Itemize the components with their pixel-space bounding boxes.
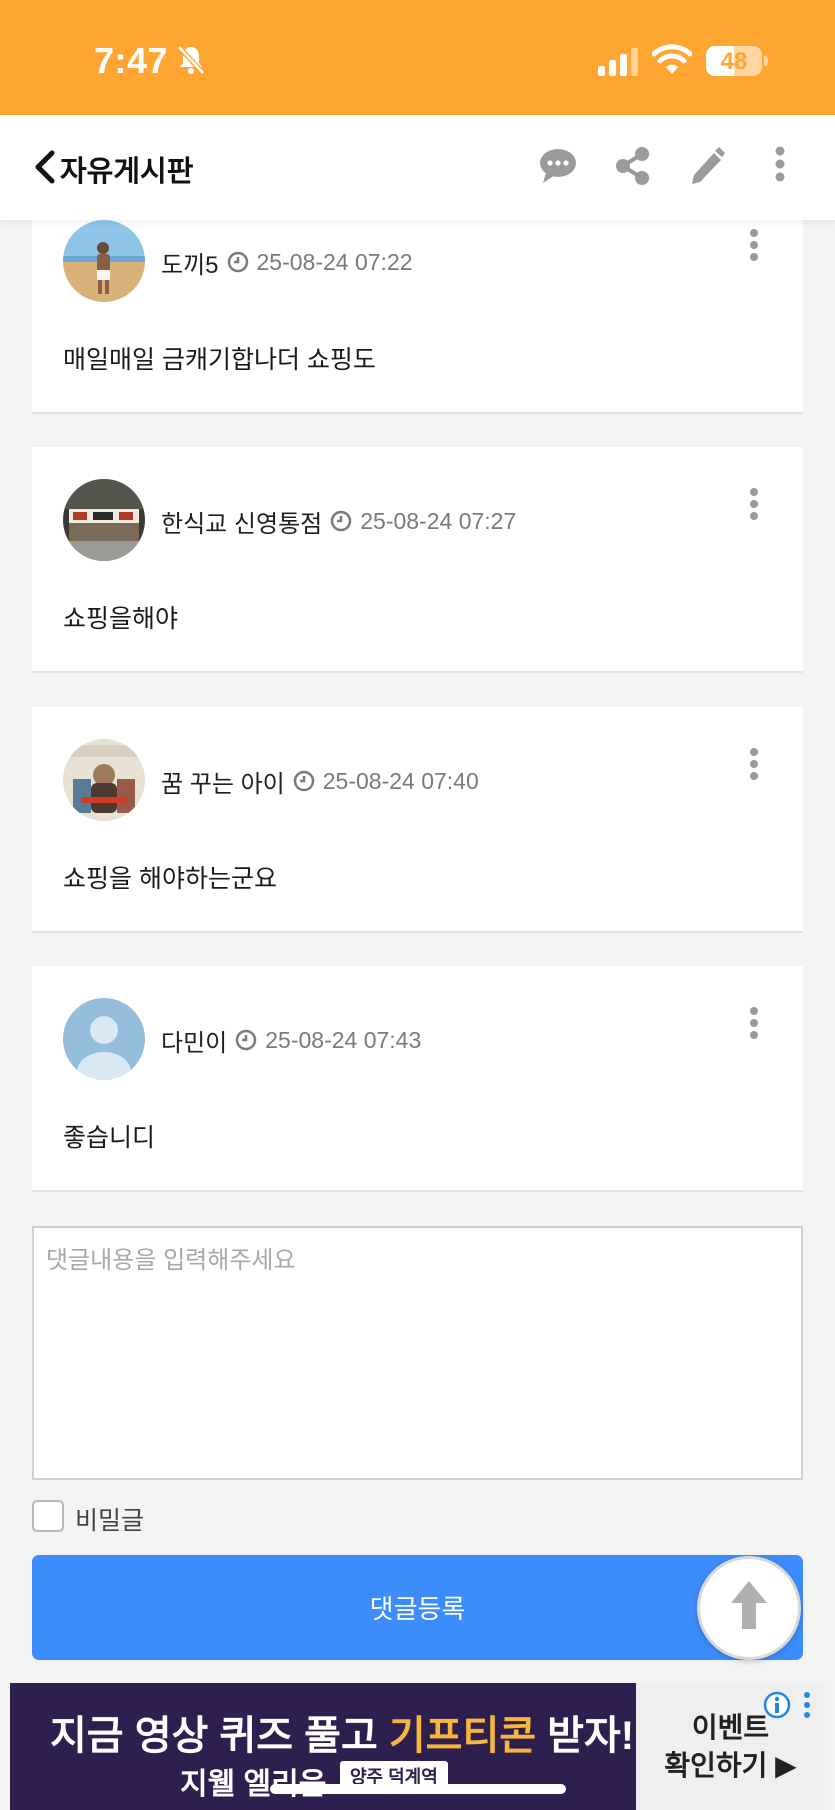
status-bar: 7:47 48 [0,0,835,115]
comment-card: 꿈 꾸는 아이 25-08-24 07:40 쇼핑을 해야하는군요 [32,707,803,933]
comment-icon[interactable] [538,145,578,187]
battery-level: 48 [720,48,748,75]
battery-tip [764,56,768,66]
comment-card: 한식교 신영통점 25-08-24 07:27 쇼핑을해야 [32,447,803,673]
avatar[interactable] [63,479,145,561]
comment-date: 25-08-24 07:43 [265,1026,422,1053]
secret-checkbox[interactable] [32,1500,64,1532]
scroll-top-button[interactable] [697,1556,801,1660]
status-time: 7:47 [94,40,169,81]
ad-cta-text: 이벤트 확인하기 ▶ [636,1709,825,1785]
wifi-icon [652,44,692,74]
comment-text: 좋습니디 [63,1124,156,1152]
comment-meta: 도끼5 25-08-24 07:22 [161,245,413,279]
comment-meta: 다민이 25-08-24 07:43 [161,1023,421,1057]
ad-headline-text: 지금 영상 퀴즈 풀고 [50,1714,389,1758]
arrow-up-icon [731,1581,767,1629]
comment-more-icon[interactable] [748,747,760,783]
ad-more-icon[interactable] [802,1691,812,1719]
submit-comment-button[interactable]: 댓글등록 [32,1555,803,1660]
ad-cta-line2: 확인하기 ▶ [664,1750,797,1781]
avatar[interactable] [63,220,145,302]
comment-author[interactable]: 한식교 신영통점 [161,504,322,539]
clock-icon [330,510,352,532]
ad-headline-end: 받자! [536,1714,635,1758]
more-icon[interactable] [774,145,786,187]
clock-icon [236,1029,257,1051]
comment-text: 매일매일 금캐기합나더 쇼핑도 [63,346,376,374]
clock-icon [227,251,248,273]
comment-meta: 한식교 신영통점 25-08-24 07:27 [161,504,516,538]
ad-info-icon[interactable] [763,1691,791,1719]
cell-signal-icon [598,48,638,76]
ad-cta-line1: 이벤트 [691,1712,770,1743]
comment-more-icon[interactable] [748,228,760,264]
comment-card: 다민이 25-08-24 07:43 좋습니디 [32,966,803,1192]
comment-more-icon[interactable] [748,1006,760,1042]
share-icon[interactable] [614,145,650,187]
battery-icon: 48 [706,46,762,76]
avatar[interactable] [63,739,145,821]
ad-subtitle: 지웰 엘리움 [180,1768,327,1801]
ad-cta-button[interactable]: 이벤트 확인하기 ▶ [636,1683,825,1810]
comment-date: 25-08-24 07:27 [360,507,517,534]
comment-more-icon[interactable] [748,487,760,523]
pencil-icon[interactable] [688,145,726,187]
back-icon[interactable] [30,149,62,185]
comment-input[interactable] [32,1226,803,1480]
comment-meta: 꿈 꾸는 아이 25-08-24 07:40 [161,764,479,798]
default-avatar-icon[interactable] [63,998,145,1080]
page-title: 자유게시판 [60,156,194,188]
comment-text: 쇼핑을 해야하는군요 [63,865,277,893]
home-indicator [270,1784,566,1794]
ad-headline: 지금 영상 퀴즈 풀고 기프티콘 받자! [50,1703,634,1761]
comment-date: 25-08-24 07:40 [322,767,479,794]
comment-text: 쇼핑을해야 [63,605,179,633]
secret-label[interactable]: 비밀글 [75,1501,144,1537]
comment-author[interactable]: 다민이 [161,1023,227,1058]
ad-headline-highlight: 기프티콘 [388,1714,537,1758]
comment-author[interactable]: 도끼5 [161,245,219,280]
comment-date: 25-08-24 07:22 [256,248,413,275]
comment-author[interactable]: 꿈 꾸는 아이 [161,764,285,799]
clock-icon [293,770,314,792]
bell-off-icon [177,45,205,75]
app-header: 자유게시판 [0,115,835,220]
